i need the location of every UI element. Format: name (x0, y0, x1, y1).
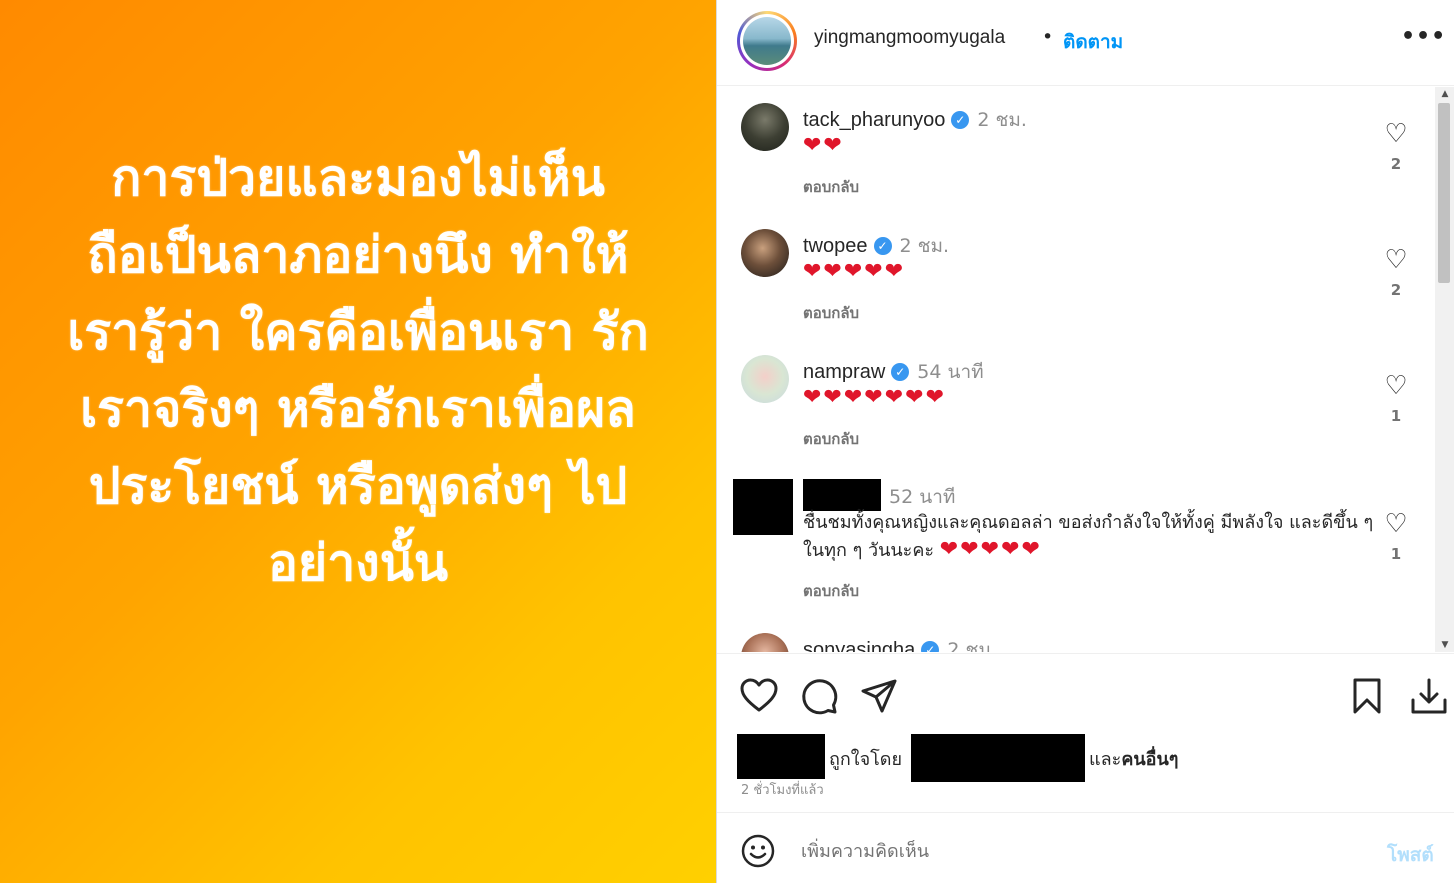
reply-button[interactable]: ตอบกลับ (803, 301, 859, 325)
bookmark-save-icon[interactable] (1347, 676, 1387, 716)
post-actions: ถูกใจโดย และคนอื่นๆ 2 ชั่วโมงที่แล้ว (717, 653, 1454, 813)
reply-button[interactable]: ตอบกลับ (803, 579, 859, 603)
share-send-icon[interactable] (859, 676, 899, 716)
author-avatar[interactable] (737, 11, 797, 71)
scroll-down-arrow-icon[interactable]: ▼ (1440, 640, 1450, 650)
reply-button[interactable]: ตอบกลับ (803, 427, 859, 451)
comment-like-count: 1 (1390, 545, 1402, 563)
verified-icon: ✓ (951, 111, 970, 129)
liker-name-redacted[interactable] (911, 734, 1085, 782)
add-comment-input[interactable] (801, 834, 1361, 868)
commenter-avatar[interactable] (741, 229, 789, 277)
comment-text: ❤❤❤❤❤❤❤ (803, 385, 947, 410)
comment-item: tack_pharunyoo ✓ 2 ชม. ❤❤ ตอบกลับ ♡ 2 (717, 87, 1435, 213)
and-others-bold: คนอื่นๆ (1121, 749, 1179, 770)
verified-icon: ✓ (891, 363, 910, 381)
comment-like-count: 2 (1390, 155, 1402, 173)
comment-header: tack_pharunyoo ✓ 2 ชม. (803, 105, 1027, 135)
comment-like-count: 1 (1390, 407, 1402, 425)
comment-text: ❤❤❤❤❤ (803, 259, 906, 284)
post-text-line: เรารู้ว่า ใครคือเพื่อนเรา รัก (67, 303, 649, 361)
comment-time: 2 ชม. (899, 235, 950, 257)
more-options-icon[interactable]: ••• (1401, 24, 1446, 49)
commenter-avatar[interactable] (741, 633, 789, 652)
emoji-icon[interactable] (741, 834, 775, 868)
and-others-prefix: และ (1089, 749, 1122, 770)
comment-time: 54 นาที (917, 361, 984, 383)
post-header: yingmangmoomyugala • ติดตาม ••• (717, 0, 1454, 86)
commenter-username[interactable]: tack_pharunyoo (803, 109, 945, 131)
comments-scrollbar[interactable]: ▲ ▼ (1435, 87, 1454, 652)
scroll-thumb[interactable] (1438, 103, 1450, 283)
post-image-text: การป่วยและมองไม่เห็น ถือเป็นลาภอย่างนึง … (38, 140, 678, 602)
verified-icon: ✓ (873, 237, 892, 255)
commenter-avatar[interactable] (741, 103, 789, 151)
comment-time: 52 นาที (889, 486, 956, 508)
comment-text-block: ชื่นชมทั้งคุณหญิงและคุณดอลล่า ขอส่งกำลัง… (803, 509, 1388, 564)
author-avatar-image (743, 17, 791, 65)
commenter-username[interactable]: nampraw (803, 361, 885, 383)
verified-icon: ✓ (921, 641, 940, 652)
add-comment-bar: โพสต์ (717, 814, 1454, 883)
post-side-panel: yingmangmoomyugala • ติดตาม ••• tack_pha… (716, 0, 1454, 883)
commenter-username[interactable]: sonyasingha (803, 639, 915, 652)
comment-header: 52 นาที (803, 479, 955, 512)
follow-button[interactable]: ติดตาม (1063, 27, 1123, 57)
post-timestamp: 2 ชั่วโมงที่แล้ว (741, 783, 824, 798)
comment-item: 52 นาที ชื่นชมทั้งคุณหญิงและคุณดอลล่า ขอ… (717, 471, 1435, 621)
comment-time: 2 ชม. (977, 109, 1027, 131)
reply-button[interactable]: ตอบกลับ (803, 175, 859, 199)
comment-bubble-icon[interactable] (799, 676, 839, 716)
download-icon[interactable] (1409, 676, 1449, 716)
post-text-line: เราจริงๆ หรือรักเราเพื่อผล (80, 380, 636, 438)
comment-header: twopee ✓ 2 ชม. (803, 231, 949, 261)
comment-text: ❤❤ (803, 133, 844, 158)
author-username[interactable]: yingmangmoomyugala (814, 27, 1005, 49)
post-text-line: ประโยชน์ หรือพูดส่งๆ ไป (88, 457, 628, 515)
comment-like-icon[interactable]: ♡ (1381, 121, 1411, 147)
post-text-line: การป่วยและมองไม่เห็น (111, 149, 605, 207)
comment-header: sonyasingha ✓ 2 ชม. (803, 635, 997, 652)
post-comment-button[interactable]: โพสต์ (1387, 840, 1434, 870)
comment-hearts: ❤❤❤❤❤ (939, 537, 1042, 562)
post-text-line: อย่างนั้น (267, 534, 449, 592)
comment-like-icon[interactable]: ♡ (1381, 373, 1411, 399)
like-heart-icon[interactable] (739, 676, 779, 716)
comment-text: ชื่นชมทั้งคุณหญิงและคุณดอลล่า ขอส่งกำลัง… (803, 512, 1374, 561)
scroll-up-arrow-icon[interactable]: ▲ (1440, 89, 1450, 99)
comment-like-icon[interactable]: ♡ (1381, 511, 1411, 537)
post-image: การป่วยและมองไม่เห็น ถือเป็นลาภอย่างนึง … (0, 0, 716, 883)
commenter-avatar-redacted[interactable] (733, 479, 793, 535)
commenter-avatar[interactable] (741, 355, 789, 403)
separator-dot: • (1042, 26, 1054, 48)
comment-item: sonyasingha ✓ 2 ชม. (717, 617, 1435, 652)
comment-like-count: 2 (1390, 281, 1402, 299)
comments-list[interactable]: tack_pharunyoo ✓ 2 ชม. ❤❤ ตอบกลับ ♡ 2 twop… (717, 87, 1435, 652)
comment-header: nampraw ✓ 54 นาที (803, 357, 984, 387)
comment-item: twopee ✓ 2 ชม. ❤❤❤❤❤ ตอบกลับ ♡ 2 (717, 213, 1435, 339)
comment-item: nampraw ✓ 54 นาที ❤❤❤❤❤❤❤ ตอบกลับ ♡ 1 (717, 339, 1435, 465)
post-text-line: ถือเป็นลาภอย่างนึง ทำให้ (87, 226, 629, 284)
commenter-username-redacted[interactable] (803, 479, 881, 511)
comment-time: 2 ชม. (947, 639, 997, 652)
comment-like-icon[interactable]: ♡ (1381, 247, 1411, 273)
and-others-link[interactable]: และคนอื่นๆ (1089, 744, 1178, 773)
liker-avatar-redacted (737, 734, 825, 779)
commenter-username[interactable]: twopee (803, 235, 868, 257)
liked-by-label: ถูกใจโดย (829, 749, 903, 770)
